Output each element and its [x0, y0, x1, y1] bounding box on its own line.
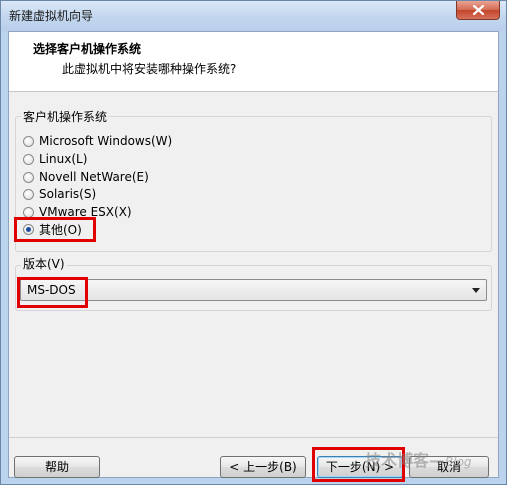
radio-option-solaris[interactable]: Solaris(S) [23, 186, 96, 202]
version-dropdown[interactable]: MS-DOS [20, 279, 487, 301]
radio-option-vmware-esx[interactable]: VMware ESX(X) [23, 204, 132, 220]
radio-label: Solaris(S) [39, 187, 97, 201]
radio-button-selected[interactable] [23, 223, 34, 235]
footer-separator [9, 437, 498, 438]
radio-button[interactable] [23, 135, 34, 147]
radio-button[interactable] [23, 206, 34, 218]
close-icon [472, 5, 484, 15]
radio-button[interactable] [23, 153, 34, 165]
radio-button[interactable] [23, 171, 34, 183]
radio-label: Novell NetWare(E) [39, 170, 149, 184]
cancel-button[interactable]: 取消 [409, 456, 489, 478]
back-button[interactable]: < 上一步(B) [220, 456, 306, 478]
radio-option-other[interactable]: 其他(O) [23, 221, 82, 237]
radio-label: 其他(O) [39, 222, 82, 237]
help-button[interactable]: 帮助 [14, 456, 100, 478]
close-button[interactable] [456, 1, 500, 20]
next-button[interactable]: 下一步(N) > [317, 456, 403, 478]
radio-label: Microsoft Windows(W) [39, 134, 173, 148]
radio-option-windows[interactable]: Microsoft Windows(W) [23, 133, 172, 149]
version-group-label: 版本(V) [21, 255, 67, 272]
radio-option-netware[interactable]: Novell NetWare(E) [23, 169, 149, 185]
radio-label: Linux(L) [39, 152, 88, 166]
wizard-header: 选择客户机操作系统 此虚拟机中将安装哪种操作系统? [9, 32, 498, 92]
radio-label: VMware ESX(X) [39, 205, 132, 219]
version-selected-value: MS-DOS [27, 283, 76, 297]
radio-option-linux[interactable]: Linux(L) [23, 151, 87, 167]
wizard-window: 新建虚拟机向导 选择客户机操作系统 此虚拟机中将安装哪种操作系统? 客户机操作系… [0, 0, 507, 485]
window-title: 新建虚拟机向导 [9, 9, 94, 23]
radio-button[interactable] [23, 188, 34, 200]
title-bar[interactable]: 新建虚拟机向导 [1, 1, 506, 31]
page-title: 选择客户机操作系统 [33, 42, 142, 56]
guest-os-group-label: 客户机操作系统 [21, 108, 110, 125]
page-subtitle: 此虚拟机中将安装哪种操作系统? [62, 62, 237, 76]
wizard-content: 选择客户机操作系统 此虚拟机中将安装哪种操作系统? 客户机操作系统 Micros… [8, 31, 499, 482]
chevron-down-icon[interactable] [472, 288, 480, 293]
